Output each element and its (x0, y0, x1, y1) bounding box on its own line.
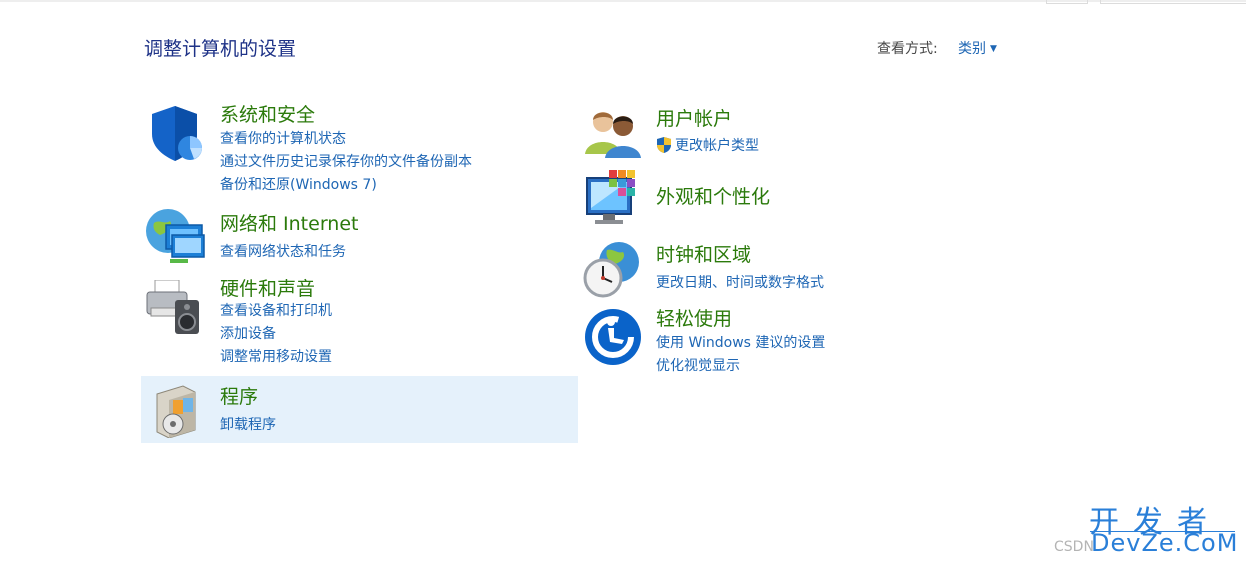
shield-icon (152, 106, 202, 161)
category-title-system-security[interactable]: 系统和安全 (220, 100, 315, 127)
category-appearance: 外观和个性化 (583, 168, 1003, 230)
monitor-palette-icon (586, 170, 635, 224)
category-title-appearance[interactable]: 外观和个性化 (656, 182, 770, 209)
category-hardware-sound: 硬件和声音 查看设备和打印机 添加设备 调整常用移动设置 (141, 270, 578, 368)
link-change-account-type-label: 更改帐户类型 (675, 138, 759, 154)
view-by-label: 查看方式: (877, 41, 938, 57)
category-clock-region: 时钟和区域 更改日期、时间或数字格式 (583, 236, 1003, 300)
network-globe-icon (146, 209, 205, 263)
watermark-english: DevZe.CoM (1091, 529, 1239, 557)
programs-box-icon (156, 385, 196, 438)
window-frame-edge (1046, 0, 1088, 4)
link-change-account-type[interactable]: 更改帐户类型 (655, 135, 759, 155)
link-file-history-backup[interactable]: 通过文件历史记录保存你的文件备份副本 (220, 151, 472, 171)
category-user-accounts: 用户帐户 更改帐户类型 (583, 100, 1003, 162)
link-add-device[interactable]: 添加设备 (220, 323, 276, 343)
link-date-time-format[interactable]: 更改日期、时间或数字格式 (656, 272, 824, 292)
window-frame-edge (1100, 0, 1246, 4)
category-title-ease-of-access[interactable]: 轻松使用 (656, 304, 732, 331)
category-title-user-accounts[interactable]: 用户帐户 (656, 104, 732, 131)
page-title: 调整计算机的设置 (144, 38, 297, 60)
uac-shield-icon (657, 137, 671, 153)
category-title-clock-region[interactable]: 时钟和区域 (656, 240, 751, 267)
link-uninstall-program[interactable]: 卸载程序 (220, 414, 276, 434)
users-icon (585, 112, 641, 158)
link-network-status-tasks[interactable]: 查看网络状态和任务 (220, 241, 346, 261)
link-view-computer-status[interactable]: 查看你的计算机状态 (220, 128, 346, 148)
printer-speaker-icon (146, 280, 199, 334)
link-optimize-visual-display[interactable]: 优化视觉显示 (656, 355, 740, 375)
chevron-down-icon: ▼ (990, 44, 997, 54)
category-ease-of-access: 轻松使用 使用 Windows 建议的设置 优化视觉显示 (583, 302, 1003, 374)
link-devices-printers[interactable]: 查看设备和打印机 (220, 300, 332, 320)
watermark-csdn: CSDN (1054, 539, 1094, 555)
category-title-programs[interactable]: 程序 (220, 382, 258, 409)
link-backup-restore[interactable]: 备份和还原(Windows 7) (220, 174, 377, 194)
category-title-hardware-sound[interactable]: 硬件和声音 (220, 274, 315, 301)
category-programs: 程序 卸载程序 (141, 376, 578, 443)
view-by-value: 类别 (958, 41, 986, 57)
view-by-dropdown[interactable]: 类别 ▼ (958, 38, 997, 58)
category-system-security: 系统和安全 查看你的计算机状态 通过文件历史记录保存你的文件备份副本 备份和还原… (141, 96, 578, 198)
link-recommended-settings[interactable]: 使用 Windows 建议的设置 (656, 332, 825, 352)
category-title-network-internet[interactable]: 网络和 Internet (220, 209, 358, 236)
category-network-internet: 网络和 Internet 查看网络状态和任务 (141, 205, 578, 267)
clock-globe-icon (583, 242, 639, 298)
ease-of-access-icon (585, 309, 641, 365)
link-mobility-settings[interactable]: 调整常用移动设置 (220, 346, 332, 366)
